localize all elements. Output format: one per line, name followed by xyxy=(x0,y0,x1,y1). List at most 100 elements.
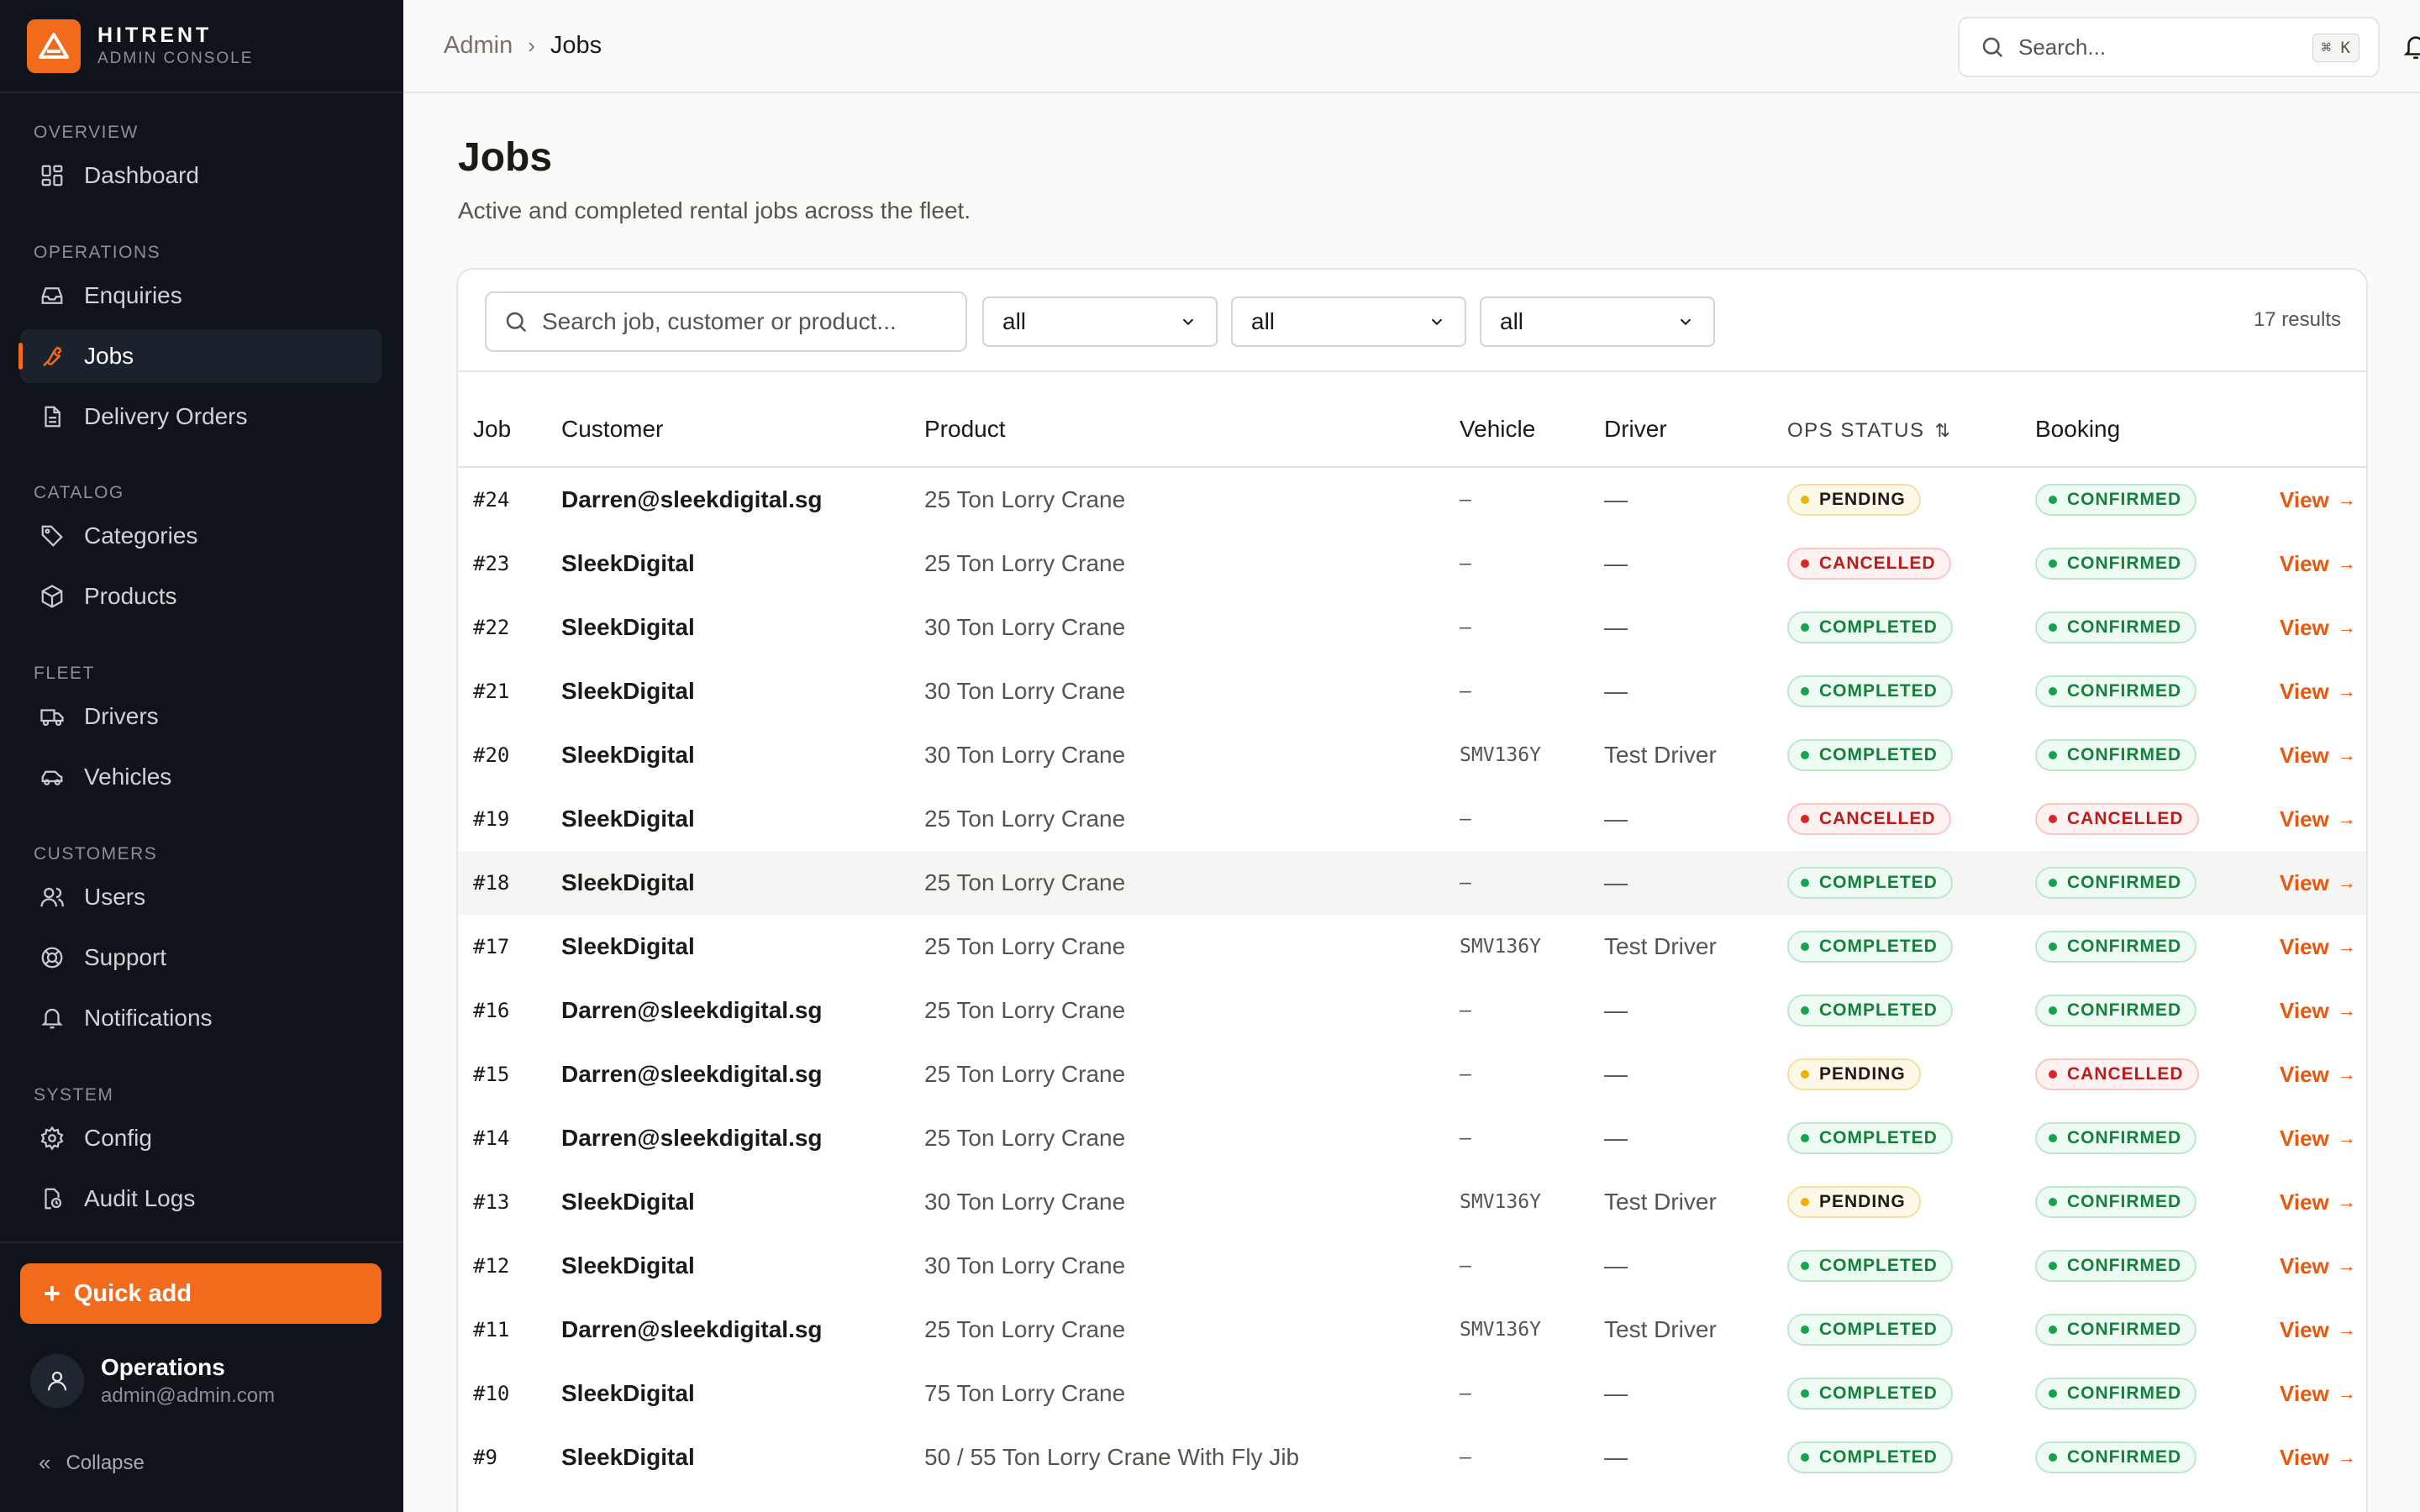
driver-name: — xyxy=(1604,806,1628,832)
view-link-label: View xyxy=(2280,1252,2329,1278)
ops-status-text: COMPLETED xyxy=(1819,681,1938,701)
table-row[interactable]: #15 Darren@sleekdigital.sg 25 Ton Lorry Cr… xyxy=(458,1042,2366,1106)
view-link[interactable]: View → xyxy=(2280,1298,2356,1362)
sidebar-item-categories[interactable]: Categories xyxy=(20,509,381,563)
view-link[interactable]: View → xyxy=(2280,851,2356,915)
view-link[interactable]: View → xyxy=(2280,915,2356,979)
table-row[interactable]: #12 SleekDigital 30 Ton Lorry Crane – — COMPL… xyxy=(458,1234,2366,1298)
sidebar-item-users[interactable]: Users xyxy=(20,870,381,924)
arrow-right-icon: → xyxy=(2337,1319,2356,1340)
product-name: 25 Ton Lorry Crane xyxy=(924,550,1126,576)
table-row[interactable]: #13 SleekDigital 30 Ton Lorry Crane SMV136Y… xyxy=(458,1170,2366,1234)
nav-section-system: SYSTEM xyxy=(34,1085,114,1105)
sidebar-item-notifications[interactable]: Notifications xyxy=(20,991,381,1045)
vehicle-plate: SMV136Y xyxy=(1460,936,1541,958)
column-header-ops-status[interactable]: OPS STATUS ⇅ xyxy=(1787,419,1951,443)
quick-add-button[interactable]: + Quick add xyxy=(20,1263,381,1324)
status-dot-icon xyxy=(1801,1262,1809,1270)
collapse-label: Collapse xyxy=(66,1451,145,1474)
sidebar-item-enquiries[interactable]: Enquiries xyxy=(20,269,381,323)
view-link[interactable]: View → xyxy=(2280,596,2356,659)
sidebar-item-jobs[interactable]: Jobs xyxy=(18,329,381,383)
sidebar-item-audit-logs[interactable]: Audit Logs xyxy=(20,1172,381,1226)
status-dot-icon xyxy=(2049,623,2057,632)
table-row[interactable]: #9 SleekDigital 50 / 55 Ton Lorry Crane Wi… xyxy=(458,1425,2366,1489)
view-link[interactable]: View → xyxy=(2280,979,2356,1042)
ops-status-badge: PENDING xyxy=(1787,484,1921,516)
view-link[interactable]: View → xyxy=(2280,532,2356,596)
view-link[interactable]: View → xyxy=(2280,1170,2356,1234)
ops-status-cell: COMPLETED xyxy=(1787,851,1953,915)
table-row[interactable]: #14 Darren@sleekdigital.sg 25 Ton Lorry Cr… xyxy=(458,1106,2366,1170)
view-link-label: View xyxy=(2280,550,2329,576)
ops-status-text: CANCELLED xyxy=(1819,554,1936,573)
view-link[interactable]: View → xyxy=(2280,659,2356,723)
job-search-field[interactable] xyxy=(485,291,967,352)
table-row[interactable]: #19 SleekDigital 25 Ton Lorry Crane – — CANCE… xyxy=(458,787,2366,851)
view-link[interactable]: View → xyxy=(2280,1234,2356,1298)
arrow-right-icon: → xyxy=(2337,1255,2356,1276)
document-icon xyxy=(37,402,67,432)
ops-status-badge: PENDING xyxy=(1787,1186,1921,1218)
vehicle-plate: – xyxy=(1460,1383,1471,1404)
sidebar-item-delivery-orders[interactable]: Delivery Orders xyxy=(20,390,381,444)
collapse-button[interactable]: « Collapse xyxy=(39,1450,145,1476)
filter-select-2[interactable]: all xyxy=(1231,297,1466,347)
view-link[interactable]: View → xyxy=(2280,1425,2356,1489)
booking-status-badge: CONFIRMED xyxy=(2035,739,2197,771)
table-row[interactable]: #20 SleekDigital 30 Ton Lorry Crane SMV136Y… xyxy=(458,723,2366,787)
user-name: Operations xyxy=(101,1354,225,1380)
sidebar-item-vehicles[interactable]: Vehicles xyxy=(20,750,381,804)
sidebar-item-products[interactable]: Products xyxy=(20,570,381,623)
table-row[interactable]: #18 SleekDigital 25 Ton Lorry Crane – — COMPL… xyxy=(458,851,2366,915)
table-row[interactable]: #11 Darren@sleekdigital.sg 25 Ton Lorry Cr… xyxy=(458,1298,2366,1362)
ops-status-cell: COMPLETED xyxy=(1787,915,1953,979)
product-name: 25 Ton Lorry Crane xyxy=(924,486,1126,512)
breadcrumb-admin-link[interactable]: Admin xyxy=(444,32,513,60)
ops-status-badge: COMPLETED xyxy=(1787,1122,1953,1154)
filter-select-value: all xyxy=(1251,308,1276,334)
view-link[interactable]: View → xyxy=(2280,1042,2356,1106)
avatar xyxy=(30,1354,84,1408)
ops-status-cell: COMPLETED xyxy=(1787,1425,1953,1489)
filter-select-3[interactable]: all xyxy=(1480,297,1715,347)
ops-status-cell: COMPLETED xyxy=(1787,659,1953,723)
job-id: #16 xyxy=(473,999,510,1022)
ops-status-label: OPS STATUS xyxy=(1787,419,1925,442)
status-dot-icon xyxy=(1801,623,1809,632)
jobs-table-card: all all all 17 results Job Customer Prod… xyxy=(456,268,2368,1512)
sidebar-item-dashboard[interactable]: Dashboard xyxy=(20,149,381,202)
view-link[interactable]: View → xyxy=(2280,723,2356,787)
user-profile[interactable]: Operations admin@admin.com xyxy=(30,1354,275,1408)
arrow-right-icon: → xyxy=(2337,1000,2356,1021)
job-id: #18 xyxy=(473,871,510,895)
table-row[interactable]: #22 SleekDigital 30 Ton Lorry Crane – — COMPL… xyxy=(458,596,2366,659)
view-link[interactable]: View → xyxy=(2280,1362,2356,1425)
table-row[interactable]: #24 Darren@sleekdigital.sg 25 Ton Lorry Cr… xyxy=(458,468,2366,532)
driver-name: — xyxy=(1604,869,1628,895)
sidebar: HITRENT ADMIN CONSOLE OVERVIEW Dashboard… xyxy=(0,0,403,1512)
job-search-input[interactable] xyxy=(542,308,945,335)
table-row[interactable]: #10 SleekDigital 75 Ton Lorry Crane – — COMPL… xyxy=(458,1362,2366,1425)
status-dot-icon xyxy=(2049,815,2057,823)
ops-status-badge: COMPLETED xyxy=(1787,1250,1953,1282)
filter-select-1[interactable]: all xyxy=(982,297,1218,347)
sidebar-divider xyxy=(0,1242,403,1243)
column-header-driver: Driver xyxy=(1604,416,1667,442)
view-link[interactable]: View → xyxy=(2280,468,2356,532)
table-row[interactable]: #23 SleekDigital 25 Ton Lorry Crane – — CANCE… xyxy=(458,532,2366,596)
view-link[interactable]: View → xyxy=(2280,1106,2356,1170)
sidebar-item-config[interactable]: Config xyxy=(20,1111,381,1165)
shortcut-badge: ⌘ K xyxy=(2312,34,2360,62)
global-search-input[interactable]: Search... ⌘ K xyxy=(1958,17,2380,77)
table-row[interactable]: #16 Darren@sleekdigital.sg 25 Ton Lorry Cr… xyxy=(458,979,2366,1042)
table-row[interactable]: #17 SleekDigital 25 Ton Lorry Crane SMV136Y… xyxy=(458,915,2366,979)
plus-icon: + xyxy=(44,1278,60,1310)
notifications-bell-icon[interactable] xyxy=(2402,32,2420,66)
job-id: #9 xyxy=(473,1446,497,1469)
table-row[interactable]: #21 SleekDigital 30 Ton Lorry Crane – — COMPL… xyxy=(458,659,2366,723)
sidebar-item-support[interactable]: Support xyxy=(20,931,381,984)
job-id: #15 xyxy=(473,1063,510,1086)
sidebar-item-drivers[interactable]: Drivers xyxy=(20,690,381,743)
view-link[interactable]: View → xyxy=(2280,787,2356,851)
